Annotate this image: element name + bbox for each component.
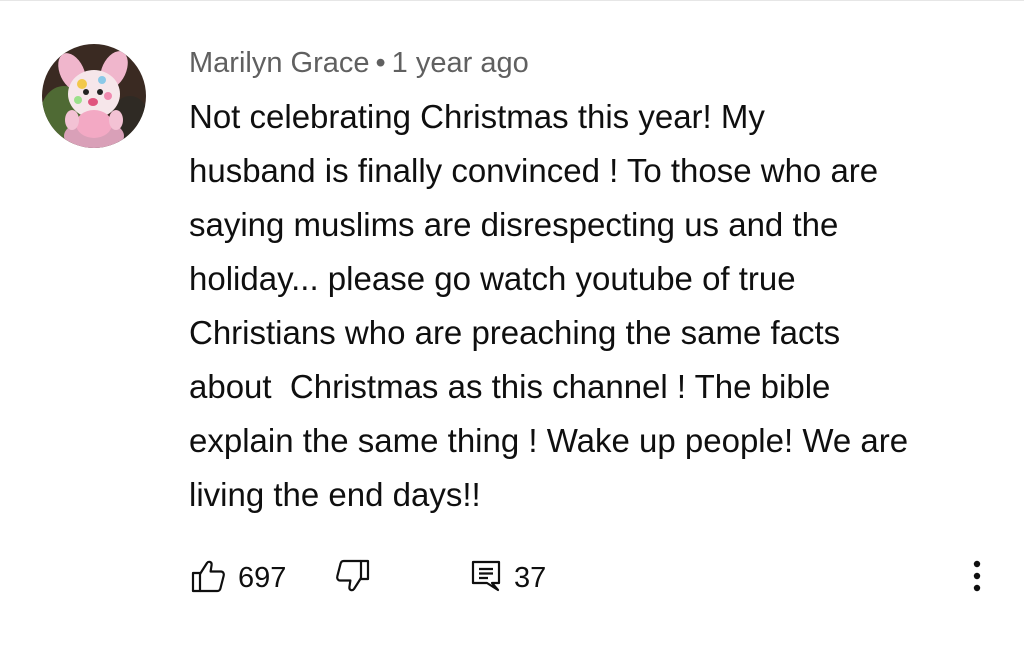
more-options-button[interactable] (962, 554, 992, 602)
avatar[interactable] (42, 44, 146, 148)
comment-action-bar: 697 37 (0, 554, 1024, 602)
like-button[interactable]: 697 (190, 554, 286, 602)
dislike-button[interactable] (335, 554, 371, 602)
meta-separator: • (375, 47, 386, 79)
reply-button[interactable]: 37 (470, 554, 546, 602)
comment-text: Not celebrating Christmas this year! My … (189, 98, 909, 513)
thumbs-down-icon (335, 559, 371, 598)
comment-meta: Marilyn Grace • 1 year ago (189, 44, 529, 82)
comment-card: Marilyn Grace • 1 year ago Not celebrating… (0, 0, 1024, 650)
author-name[interactable]: Marilyn Grace (189, 47, 370, 79)
reply-count: 37 (514, 561, 547, 594)
teddy-bear-avatar-icon (42, 44, 146, 148)
more-vertical-icon (973, 559, 981, 598)
like-count: 697 (238, 561, 287, 594)
thumbs-up-icon (190, 559, 226, 598)
reply-comment-icon (470, 559, 502, 598)
comment-timestamp[interactable]: 1 year ago (392, 47, 529, 79)
